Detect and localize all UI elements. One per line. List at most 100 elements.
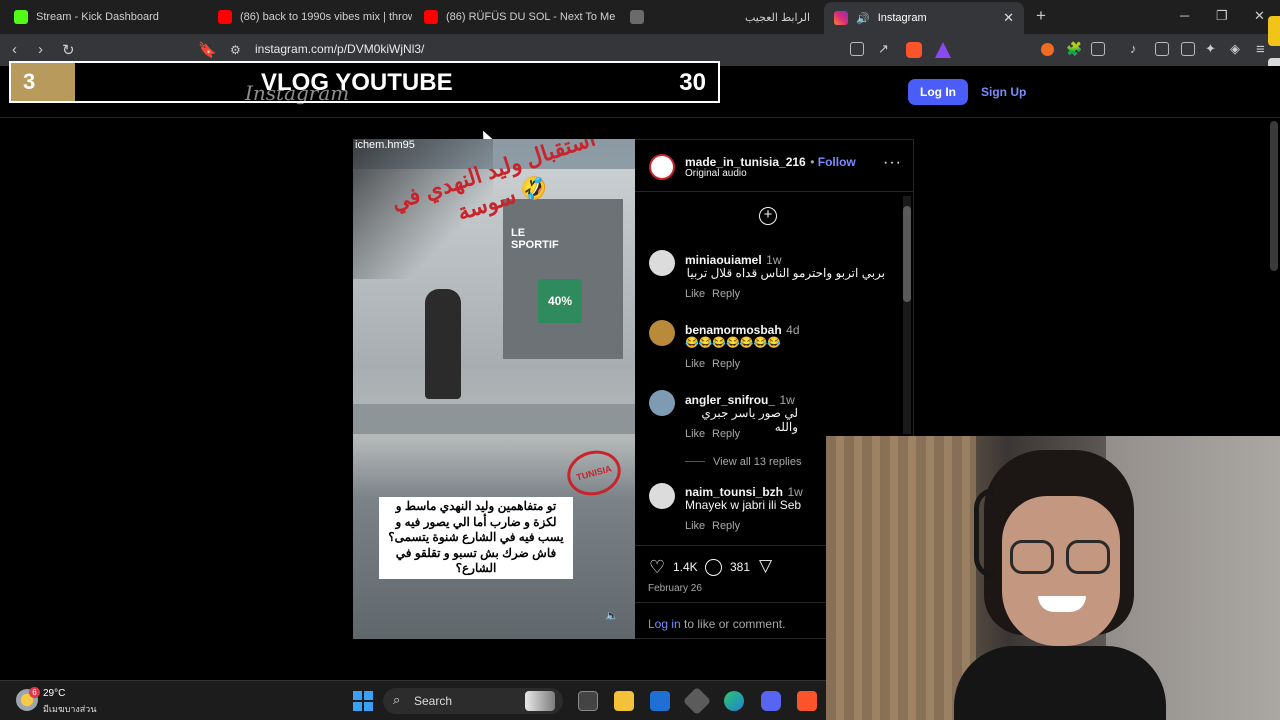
reload-icon[interactable]: ↻: [62, 41, 75, 59]
plus-icon[interactable]: +: [1036, 6, 1046, 26]
ai-assistant-icon[interactable]: ✦: [1205, 41, 1216, 57]
more-options-icon[interactable]: ···: [883, 154, 902, 172]
extension-fox-icon[interactable]: [1041, 43, 1054, 56]
follow-button[interactable]: Follow: [818, 155, 856, 169]
edge-browser-icon[interactable]: [724, 691, 744, 711]
glasses-right-lens: [1066, 540, 1110, 574]
commenter-avatar[interactable]: [649, 320, 675, 346]
comment-like-link[interactable]: Like: [685, 428, 705, 440]
app-hex-icon[interactable]: [682, 686, 712, 716]
back-icon[interactable]: ‹: [12, 41, 17, 58]
close-window-icon[interactable]: ✕: [1254, 8, 1265, 24]
comment-reply-link[interactable]: Reply: [712, 428, 740, 440]
comment-username[interactable]: angler_snifrou_: [685, 393, 775, 407]
close-tab-icon[interactable]: ✕: [1003, 10, 1014, 26]
commenter-avatar[interactable]: [649, 390, 675, 416]
comment-time: 4d: [786, 323, 800, 337]
instagram-logo-icon: [834, 11, 848, 25]
tab-title: (86) RÜFÜS DU SOL - Next To Me (Of: [446, 11, 618, 23]
video-watermark: ichem.hm95: [355, 139, 415, 151]
extension-yellow-icon[interactable]: [1268, 16, 1280, 46]
brave-shield-icon[interactable]: [906, 42, 922, 58]
comment-text: 😂😂😂😂😂😂😂: [685, 337, 781, 349]
comment-bubble-icon[interactable]: [705, 559, 722, 576]
search-label: Search: [414, 694, 453, 708]
vpn-icon[interactable]: ◈: [1230, 41, 1240, 57]
signup-link[interactable]: Sign Up: [981, 85, 1026, 99]
tab-pinned-grid[interactable]: [620, 4, 660, 30]
discord-icon[interactable]: [761, 691, 781, 711]
task-view-icon[interactable]: [578, 691, 598, 711]
login-prompt-suffix: to like or comment.: [680, 617, 786, 631]
cast-icon[interactable]: [850, 42, 864, 56]
comments-scrollbar[interactable]: [903, 196, 911, 434]
restore-icon[interactable]: ❐: [1216, 8, 1228, 24]
tab-youtube-rufus[interactable]: (86) RÜFÜS DU SOL - Next To Me (Of: [414, 4, 618, 30]
site-settings-icon[interactable]: ⚙: [230, 43, 241, 57]
wallet-icon[interactable]: [1181, 42, 1195, 56]
add-comment-icon[interactable]: +: [759, 207, 777, 225]
tab-title: Instagram: [877, 12, 927, 24]
share-send-icon[interactable]: ▽: [759, 556, 772, 576]
login-button[interactable]: Log In: [908, 79, 968, 105]
comment-time: 1w: [766, 253, 782, 267]
share-icon[interactable]: ↗: [878, 41, 889, 57]
post-video[interactable]: LE SPORTIF 40% ichem.hm95 استقبال وليد ا…: [353, 139, 635, 639]
file-explorer-icon[interactable]: [614, 691, 634, 711]
search-icon: ⌕: [393, 692, 401, 707]
login-link[interactable]: Log in: [648, 617, 681, 631]
screenshot-icon[interactable]: [1091, 42, 1105, 56]
comment-reply-link[interactable]: Reply: [712, 358, 740, 370]
youtube-logo-icon: [218, 10, 232, 24]
tab-instagram[interactable]: 🔊 Instagram ✕: [824, 2, 1024, 34]
windows-start-icon[interactable]: [353, 691, 373, 711]
tab-title: Stream - Kick Dashboard: [36, 11, 159, 23]
comment-like-link[interactable]: Like: [685, 358, 705, 370]
commenter-avatar[interactable]: [649, 250, 675, 276]
weather-badge: 6: [29, 687, 40, 698]
brave-rewards-icon[interactable]: [935, 42, 951, 58]
bookmark-icon[interactable]: 🔖: [198, 41, 217, 59]
mute-icon[interactable]: 🔈: [605, 609, 623, 627]
address-bar[interactable]: instagram.com/p/DVM0kiWjNl3/: [255, 42, 424, 56]
author-username[interactable]: made_in_tunisia_216: [685, 155, 806, 169]
streamer-shirt: [954, 646, 1166, 720]
weather-temp[interactable]: 29°C: [43, 688, 65, 699]
microsoft-store-icon[interactable]: [650, 691, 670, 711]
like-heart-icon[interactable]: ♡: [649, 557, 665, 578]
comment-username[interactable]: benamormosbah: [685, 323, 782, 337]
brave-browser-icon[interactable]: [797, 691, 817, 711]
commenter-avatar[interactable]: [649, 483, 675, 509]
comment-time: 1w: [787, 485, 803, 499]
comment-reply-link[interactable]: Reply: [712, 520, 740, 532]
minimize-icon[interactable]: ─: [1180, 8, 1189, 23]
taskbar-search[interactable]: ⌕ Search: [383, 688, 563, 714]
forward-icon[interactable]: ›: [38, 41, 43, 58]
page-scrollbar[interactable]: [1270, 121, 1278, 271]
car-dashboard: [353, 404, 635, 434]
video-caption: تو متفاهمين وليد النهدي ماسط و لكزة و ضا…: [379, 497, 573, 579]
audio-label[interactable]: Original audio: [685, 168, 747, 179]
search-highlight-icon: [525, 691, 555, 711]
comment-text: Mnayek w jabri ili Seb: [685, 498, 802, 512]
tab-arabic-link[interactable]: الرابط العجيب: [700, 4, 820, 30]
tab-youtube-1990s[interactable]: (86) back to 1990s vibes mix | throwt: [208, 4, 412, 30]
tab-kick-dashboard[interactable]: Stream - Kick Dashboard: [4, 4, 204, 30]
banner-title: VLOG YOUTUBE: [261, 69, 453, 96]
author-avatar[interactable]: [649, 154, 675, 180]
music-icon[interactable]: ♪: [1130, 41, 1137, 56]
sidebar-icon[interactable]: [1155, 42, 1169, 56]
comment-text: بربي اتربو واحترمو الناس قداه قلال تربيا: [686, 266, 885, 280]
weather-desc[interactable]: มีเมฆบางส่วน: [43, 702, 96, 716]
menu-icon[interactable]: ≡: [1256, 41, 1265, 58]
comment-username[interactable]: naim_tounsi_bzh: [685, 485, 783, 499]
comment-username[interactable]: miniaouiamel: [685, 253, 762, 267]
comment-reply-link[interactable]: Reply: [712, 288, 740, 300]
extensions-icon[interactable]: 🧩: [1066, 41, 1082, 57]
headphones: [974, 488, 994, 578]
scrollbar-thumb[interactable]: [903, 206, 911, 302]
comment-like-link[interactable]: Like: [685, 288, 705, 300]
view-replies-link[interactable]: View all 13 replies: [713, 456, 801, 468]
comment-like-link[interactable]: Like: [685, 520, 705, 532]
likes-count: 1.4K: [673, 560, 698, 574]
